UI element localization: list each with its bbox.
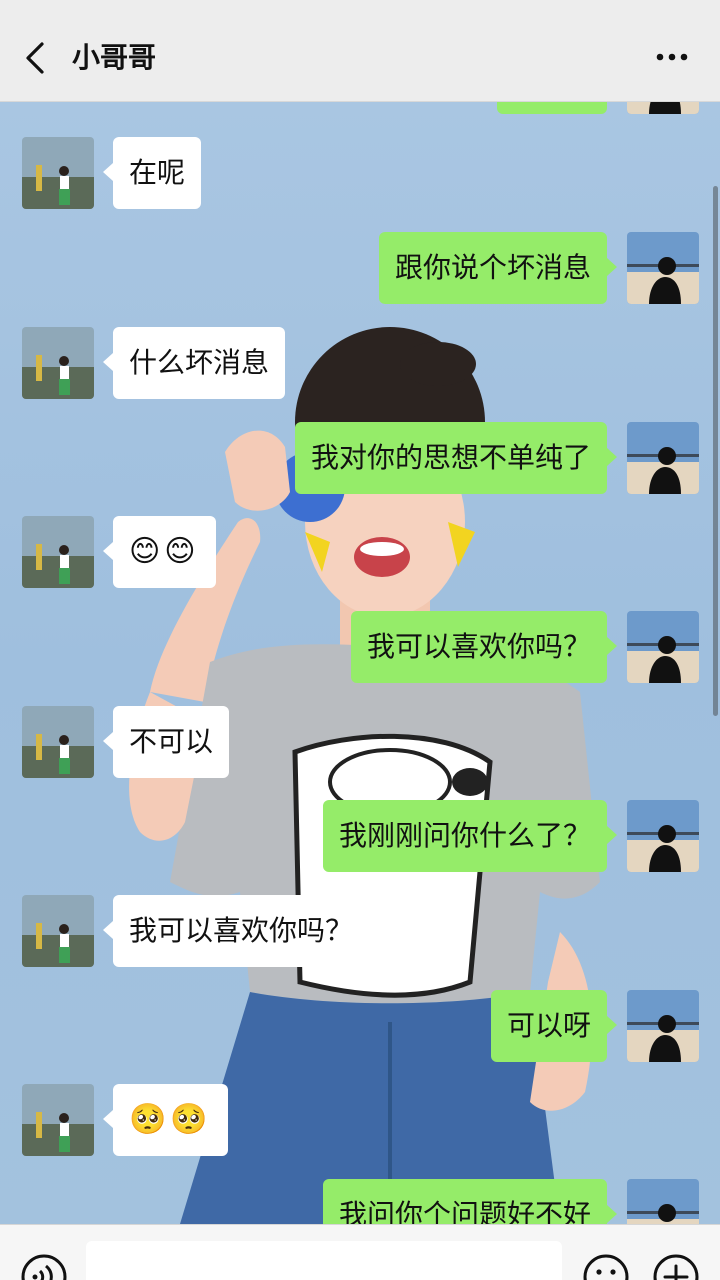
emoji-icon[interactable] [582, 1253, 630, 1280]
received-bubble[interactable]: 🥺🥺 [103, 1084, 228, 1156]
received-bubble[interactable]: 我可以喜欢你吗？ [102, 895, 370, 967]
avatar[interactable] [22, 1084, 94, 1156]
chat-message-list[interactable]: 在呢 跟你说个坏消息 什么坏消息 我对你的思想不单纯了 😊😊 我可以喜欢你吗？ [0, 102, 720, 1224]
message-row: 我刚刚问你什么了？ [0, 800, 720, 874]
message-row: 我问你个问题好不好 [0, 1179, 720, 1224]
message-row: 我可以喜欢你吗？ [0, 611, 720, 685]
avatar[interactable] [627, 990, 699, 1062]
message-row: 在呢 [0, 137, 720, 211]
message-row: 我可以喜欢你吗？ [0, 895, 720, 969]
message-row: 😊😊 [0, 516, 720, 590]
received-bubble[interactable]: 不可以 [102, 706, 230, 778]
avatar[interactable] [22, 706, 94, 778]
sent-bubble[interactable]: 跟你说个坏消息 [378, 232, 618, 304]
avatar[interactable] [627, 1179, 699, 1224]
avatar[interactable] [22, 516, 94, 588]
message-row: 可以呀 [0, 990, 720, 1064]
chat-header: 小哥哥 [0, 12, 720, 102]
avatar[interactable] [627, 611, 699, 683]
voice-icon[interactable] [20, 1253, 68, 1280]
avatar[interactable] [22, 895, 94, 967]
plus-icon[interactable] [652, 1253, 700, 1280]
message-input-bar [0, 1224, 720, 1280]
message-text-input[interactable] [86, 1241, 562, 1280]
chat-title: 小哥哥 [72, 41, 157, 74]
avatar[interactable] [22, 327, 94, 399]
avatar[interactable] [627, 800, 699, 872]
avatar[interactable] [627, 422, 699, 494]
sent-bubble[interactable]: 我对你的思想不单纯了 [294, 422, 618, 494]
sent-bubble[interactable]: 我问你个问题好不好 [322, 1179, 618, 1224]
status-bar [0, 0, 720, 12]
message-row: 我对你的思想不单纯了 [0, 422, 720, 496]
avatar[interactable] [627, 102, 699, 114]
sent-bubble[interactable] [497, 102, 607, 114]
message-row: 🥺🥺 [0, 1084, 720, 1158]
avatar[interactable] [22, 137, 94, 209]
sent-bubble[interactable]: 我刚刚问你什么了？ [322, 800, 618, 872]
message-row: 不可以 [0, 706, 720, 780]
chevron-left-icon[interactable] [20, 40, 50, 76]
more-dots-icon[interactable] [652, 42, 692, 72]
message-row: 什么坏消息 [0, 327, 720, 401]
received-bubble[interactable]: 在呢 [102, 137, 202, 209]
sent-bubble[interactable]: 我可以喜欢你吗？ [350, 611, 618, 683]
message-row: 跟你说个坏消息 [0, 232, 720, 306]
message-row [0, 102, 720, 116]
received-bubble[interactable]: 😊😊 [103, 516, 216, 588]
sent-bubble[interactable]: 可以呀 [490, 990, 618, 1062]
received-bubble[interactable]: 什么坏消息 [102, 327, 286, 399]
avatar[interactable] [627, 232, 699, 304]
